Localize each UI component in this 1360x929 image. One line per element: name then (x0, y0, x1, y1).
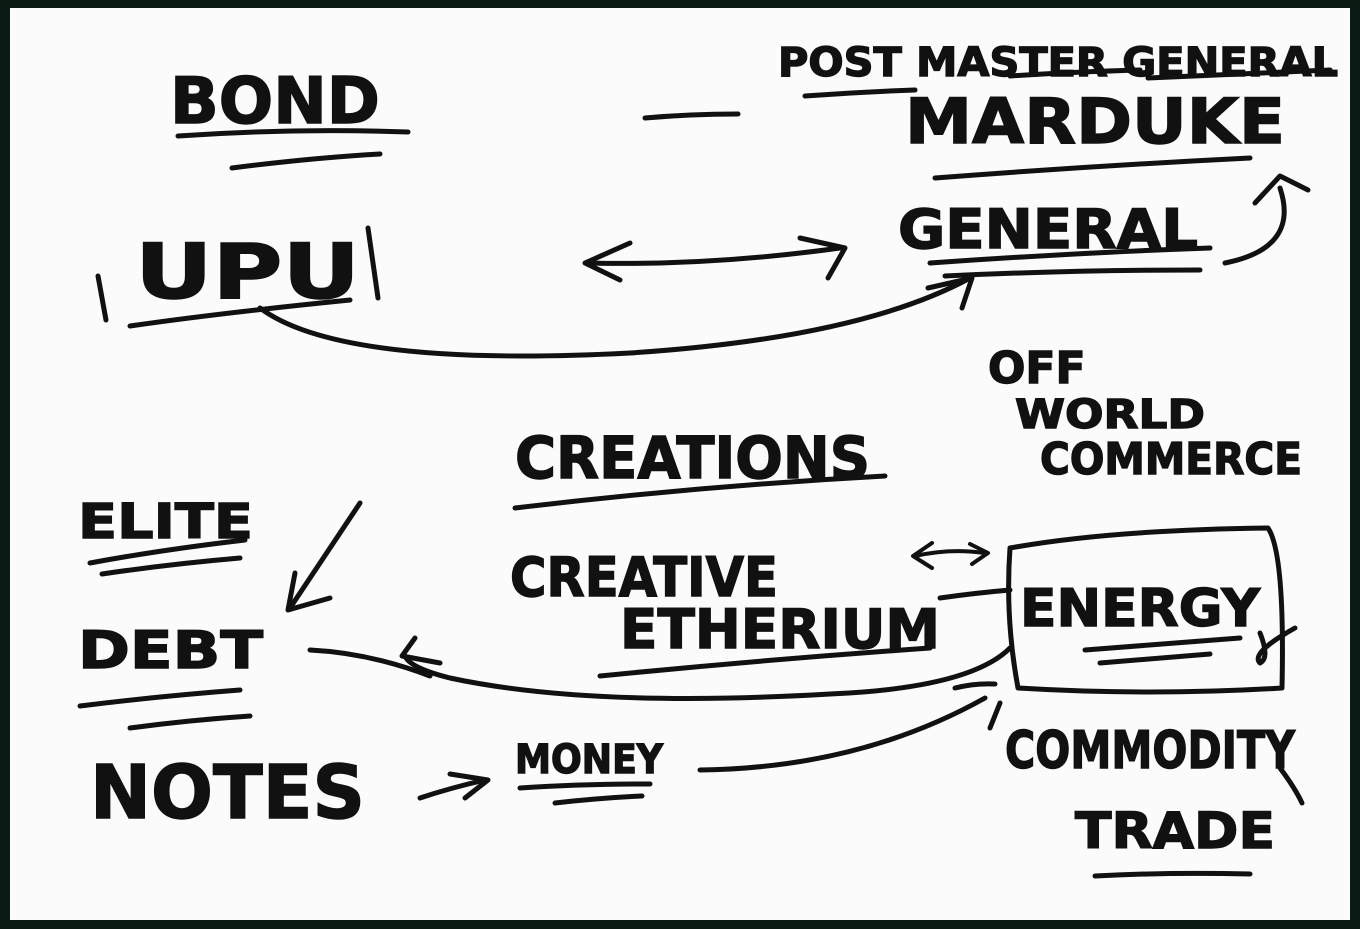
label-world: WORLD (1015, 392, 1205, 438)
underline-debt-2 (127, 713, 253, 731)
underline-trade (1092, 870, 1253, 879)
diagram-canvas: BOND POST MASTER GENERAL MARDUKE UPU GEN… (77, 39, 1339, 879)
line-commodity-tick (952, 681, 998, 691)
dash-bond-marduke (642, 111, 741, 121)
label-money: MONEY (515, 737, 664, 783)
label-trade: TRADE (1075, 802, 1275, 860)
underline-energy (1082, 635, 1243, 653)
underline-marduke (932, 155, 1253, 181)
link-etherium-energy (937, 587, 1013, 601)
label-off: OFF (988, 343, 1086, 394)
label-energy: ENERGY (1020, 579, 1261, 639)
underline-elite-2 (99, 555, 243, 577)
curve-upu-general (257, 275, 973, 359)
underline-post (802, 87, 918, 99)
label-bond: BOND (170, 65, 380, 139)
label-marduke: MARDUKE (905, 85, 1285, 158)
underline-money-2 (552, 793, 645, 806)
tick-left-upu (95, 273, 109, 323)
energy-box-tail (1255, 625, 1298, 666)
commodity-tick-left (987, 700, 1003, 731)
underline-bond-2 (229, 151, 383, 171)
underline-energy-2 (1097, 651, 1213, 666)
line-money-commodity (697, 695, 988, 773)
whiteboard: BOND POST MASTER GENERAL MARDUKE UPU GEN… (10, 8, 1350, 920)
arrow-etherium-energy (913, 549, 987, 558)
label-debt: DEBT (78, 621, 264, 681)
label-notes: NOTES (90, 750, 365, 836)
arrow-elite-debt (287, 500, 363, 611)
label-commodity: COMMODITY (1005, 721, 1296, 781)
hook-general (1222, 185, 1287, 266)
label-post-master-general: POST MASTER GENERAL (778, 40, 1338, 86)
underline-money (517, 781, 653, 791)
underline-general-2 (942, 267, 1203, 279)
underline-debt (77, 687, 243, 709)
label-commerce: COMMERCE (1040, 434, 1302, 485)
curve-energy-debt-head (399, 635, 443, 666)
arrowhead-right (797, 235, 848, 281)
arrow-upu-general (585, 245, 843, 266)
tick-right-upu (365, 225, 381, 301)
